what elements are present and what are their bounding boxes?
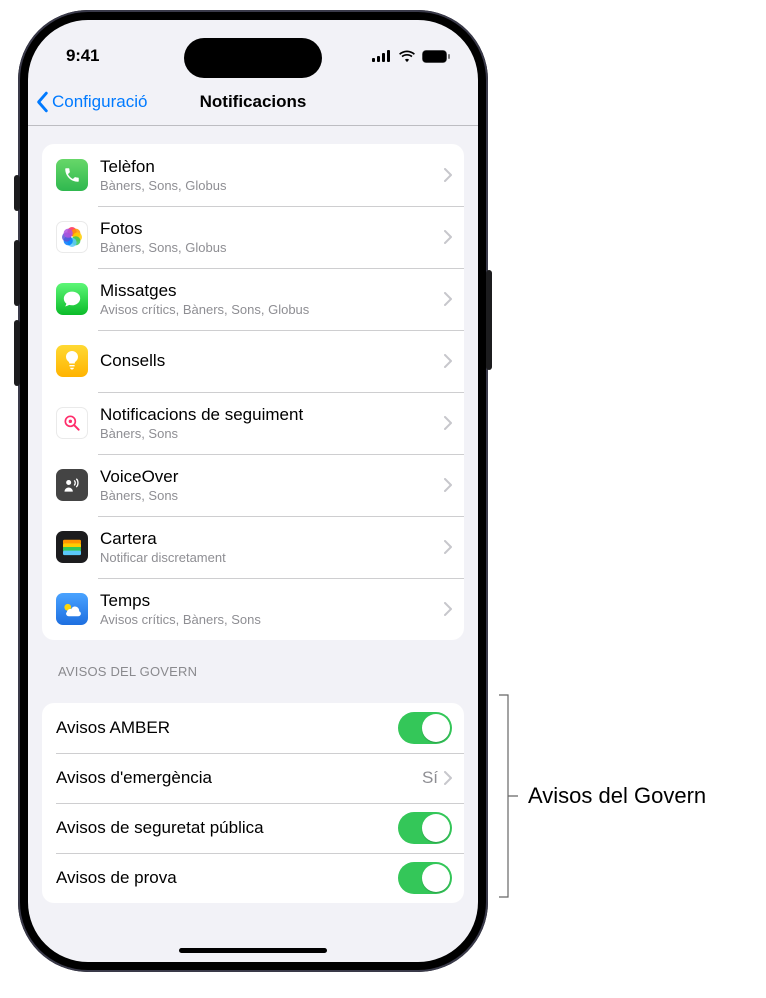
app-title: Missatges [100, 281, 444, 301]
app-title: Telèfon [100, 157, 444, 177]
screen: 9:41 Configuració Notificacions [28, 20, 478, 962]
chevron-right-icon [444, 478, 452, 492]
callout-annotation: Avisos del Govern [498, 694, 706, 898]
gov-amber-label: Avisos AMBER [56, 718, 398, 738]
app-subtitle: Bàners, Sons [100, 488, 444, 504]
nav-bar: Configuració Notificacions [28, 78, 478, 126]
app-row-tracking[interactable]: Notificacions de seguiment Bàners, Sons [42, 392, 464, 454]
cellular-icon [372, 50, 392, 62]
photos-icon [56, 221, 88, 253]
chevron-right-icon [444, 771, 452, 785]
gov-amber-toggle[interactable] [398, 712, 452, 744]
app-row-voiceover[interactable]: VoiceOver Bàners, Sons [42, 454, 464, 516]
gov-public-toggle[interactable] [398, 812, 452, 844]
power-button [486, 270, 492, 370]
gov-public-label: Avisos de seguretat pública [56, 818, 398, 838]
app-row-messages[interactable]: Missatges Avisos crítics, Bàners, Sons, … [42, 268, 464, 330]
gov-group: Avisos AMBER Avisos d'emergència Sí Avis… [42, 703, 464, 903]
volume-down-button [14, 320, 20, 386]
chevron-right-icon [444, 168, 452, 182]
chevron-right-icon [444, 416, 452, 430]
callout-label: Avisos del Govern [528, 783, 706, 809]
app-title: VoiceOver [100, 467, 444, 487]
gov-row-test[interactable]: Avisos de prova [42, 853, 464, 903]
back-button[interactable]: Configuració [36, 91, 147, 113]
tracking-icon [56, 407, 88, 439]
messages-icon [56, 283, 88, 315]
app-title: Cartera [100, 529, 444, 549]
app-row-photos[interactable]: Fotos Bàners, Sons, Globus [42, 206, 464, 268]
tips-icon [56, 345, 88, 377]
apps-group: Telèfon Bàners, Sons, Globus [42, 144, 464, 640]
app-subtitle: Avisos crítics, Bàners, Sons, Globus [100, 302, 444, 318]
app-subtitle: Bàners, Sons [100, 426, 444, 442]
gov-row-public[interactable]: Avisos de seguretat pública [42, 803, 464, 853]
chevron-right-icon [444, 292, 452, 306]
app-row-weather[interactable]: Temps Avisos crítics, Bàners, Sons [42, 578, 464, 640]
app-subtitle: Avisos crítics, Bàners, Sons [100, 612, 444, 628]
page-title: Notificacions [200, 92, 307, 112]
volume-up-button [14, 240, 20, 306]
voiceover-icon [56, 469, 88, 501]
chevron-left-icon [36, 91, 50, 113]
app-title: Fotos [100, 219, 444, 239]
chevron-right-icon [444, 540, 452, 554]
gov-row-emergency[interactable]: Avisos d'emergència Sí [42, 753, 464, 803]
gov-test-label: Avisos de prova [56, 868, 398, 888]
status-time: 9:41 [66, 46, 99, 66]
chevron-right-icon [444, 602, 452, 616]
app-row-tips[interactable]: Consells [42, 330, 464, 392]
status-indicators [372, 50, 450, 63]
gov-section-header: Avisos del Govern [42, 640, 464, 685]
weather-icon [56, 593, 88, 625]
app-title: Temps [100, 591, 444, 611]
app-subtitle: Notificar discretament [100, 550, 444, 566]
phone-frame: 9:41 Configuració Notificacions [18, 10, 488, 972]
app-subtitle: Bàners, Sons, Globus [100, 240, 444, 256]
app-row-phone[interactable]: Telèfon Bàners, Sons, Globus [42, 144, 464, 206]
content-scroll[interactable]: Telèfon Bàners, Sons, Globus [28, 126, 478, 962]
app-title: Consells [100, 351, 444, 371]
side-button [14, 175, 20, 211]
gov-row-amber[interactable]: Avisos AMBER [42, 703, 464, 753]
gov-emergency-value: Sí [422, 768, 438, 788]
app-subtitle: Bàners, Sons, Globus [100, 178, 444, 194]
wallet-icon [56, 531, 88, 563]
home-indicator[interactable] [179, 948, 327, 953]
dynamic-island [184, 38, 322, 78]
back-label: Configuració [52, 92, 147, 112]
gov-emergency-label: Avisos d'emergència [56, 768, 422, 788]
app-title: Notificacions de seguiment [100, 405, 444, 425]
chevron-right-icon [444, 230, 452, 244]
phone-icon [56, 159, 88, 191]
app-row-wallet[interactable]: Cartera Notificar discretament [42, 516, 464, 578]
battery-icon [422, 50, 450, 63]
chevron-right-icon [444, 354, 452, 368]
wifi-icon [398, 50, 416, 63]
gov-test-toggle[interactable] [398, 862, 452, 894]
